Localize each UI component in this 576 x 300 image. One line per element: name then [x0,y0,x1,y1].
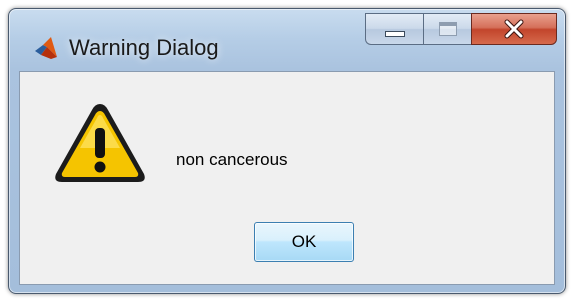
window-title: Warning Dialog [69,35,219,60]
warning-dialog-window: Warning Dialog non cancerous OK [8,8,566,294]
ok-button[interactable]: OK [254,222,354,262]
maximize-button[interactable] [423,13,471,45]
caption-buttons [365,13,557,45]
dialog-message: non cancerous [176,150,288,169]
dialog-body: non cancerous OK [19,71,555,285]
matlab-logo-icon[interactable] [33,35,59,61]
minimize-icon [384,31,405,37]
close-button[interactable] [471,13,557,45]
warning-icon [50,98,150,188]
close-icon [503,18,525,40]
maximize-icon [438,22,457,36]
title-bar[interactable]: Warning Dialog [9,9,565,71]
minimize-button[interactable] [365,13,423,45]
